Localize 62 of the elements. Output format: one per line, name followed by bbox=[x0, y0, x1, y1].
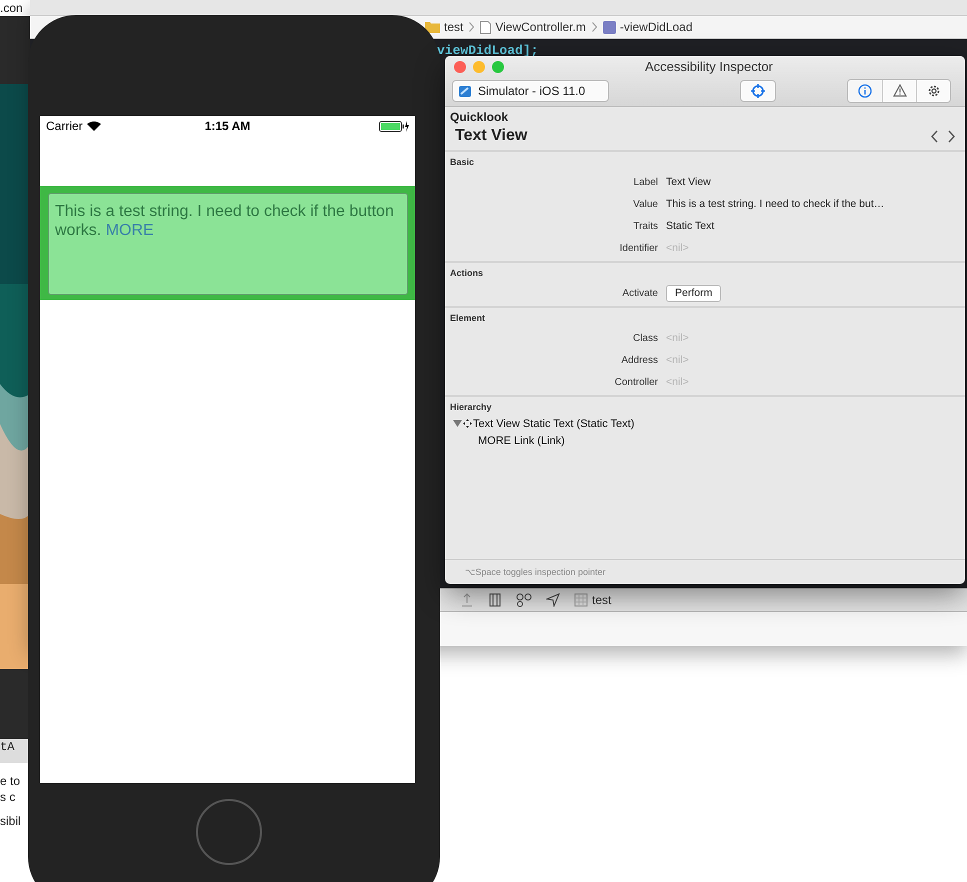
home-button[interactable] bbox=[196, 799, 262, 865]
disclosure-triangle-icon[interactable] bbox=[453, 419, 462, 428]
hierarchy-item[interactable]: Text View Static Text (Static Text) bbox=[473, 418, 634, 430]
scheme-label[interactable]: test bbox=[574, 593, 612, 607]
property-label: Traits bbox=[632, 220, 659, 232]
time-label: 1:15 AM bbox=[204, 119, 250, 133]
section-heading: Hierarchy bbox=[449, 402, 492, 412]
battery-icon bbox=[378, 120, 409, 132]
page-text: e to bbox=[0, 773, 20, 789]
inspector-tab[interactable] bbox=[916, 80, 950, 102]
page-text: sibil bbox=[0, 813, 21, 829]
property-label: Value bbox=[632, 198, 659, 210]
folder-icon bbox=[425, 21, 440, 33]
grid-icon bbox=[574, 593, 588, 607]
inspector-tab[interactable] bbox=[848, 80, 882, 102]
chevron-icon bbox=[592, 22, 597, 32]
breadcrumb[interactable]: test bbox=[425, 20, 464, 34]
previous-icon[interactable] bbox=[930, 130, 939, 142]
method-icon bbox=[602, 20, 616, 34]
next-icon[interactable] bbox=[947, 130, 956, 142]
section-heading: Element bbox=[449, 313, 486, 323]
section-heading: Quicklook bbox=[450, 110, 510, 124]
property-value: Text View bbox=[666, 176, 711, 188]
property-label: Controller bbox=[614, 376, 659, 388]
property-label: Address bbox=[620, 354, 659, 366]
file-icon bbox=[480, 20, 492, 34]
panels-icon[interactable] bbox=[488, 593, 502, 607]
wifi-icon bbox=[86, 121, 101, 131]
close-button[interactable] bbox=[454, 60, 466, 72]
property-value: Static Text bbox=[666, 220, 714, 232]
section-heading: Actions bbox=[449, 268, 484, 278]
move-arrows-icon bbox=[463, 419, 472, 428]
perform-button[interactable]: Perform bbox=[666, 284, 722, 302]
element-title: Text View bbox=[455, 127, 528, 145]
window-title: Accessibility Inspector bbox=[645, 59, 773, 74]
code-text: viewDidLoad]; bbox=[437, 43, 538, 58]
section-heading: Basic bbox=[449, 157, 474, 167]
target-dropdown[interactable]: Simulator - iOS 11.0 bbox=[452, 80, 609, 102]
hint-text: ⌥Space toggles inspection pointer bbox=[465, 566, 606, 578]
simulator-icon bbox=[458, 84, 472, 98]
breadcrumb[interactable]: ViewController.m bbox=[480, 20, 586, 34]
graph-icon[interactable] bbox=[516, 593, 532, 607]
property-label: Identifier bbox=[618, 242, 659, 254]
property-value: This is a test string. I need to check if the but… bbox=[666, 198, 884, 210]
page-text: s c bbox=[0, 789, 16, 805]
property-label: Label bbox=[632, 176, 659, 188]
hierarchy-item[interactable]: MORE Link (Link) bbox=[478, 434, 565, 446]
upload-icon[interactable] bbox=[460, 593, 474, 607]
breadcrumb[interactable]: -viewDidLoad bbox=[602, 20, 693, 34]
info-icon bbox=[858, 84, 872, 98]
settings-icon bbox=[926, 84, 940, 98]
location-arrow-icon[interactable] bbox=[546, 593, 560, 607]
inspector-tab[interactable] bbox=[882, 80, 916, 102]
warning-icon bbox=[892, 84, 906, 97]
inspection-pointer-button[interactable] bbox=[740, 80, 776, 102]
page-text: .con bbox=[0, 0, 23, 16]
carrier-label: Carrier bbox=[46, 119, 83, 133]
crosshair-icon bbox=[751, 84, 765, 98]
property-label: Class bbox=[632, 332, 659, 344]
chevron-icon bbox=[469, 22, 474, 32]
code-text: tA bbox=[0, 739, 14, 755]
property-label: Activate bbox=[621, 288, 659, 298]
